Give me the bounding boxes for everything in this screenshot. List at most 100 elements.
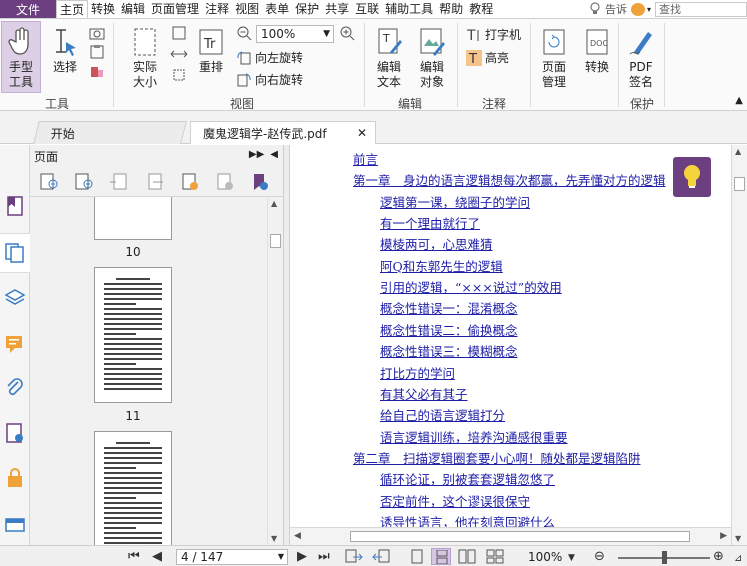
menu-item[interactable]: 表单 (262, 0, 292, 18)
attachment-icon[interactable] (4, 377, 26, 399)
convert-button[interactable]: DOC 转换 (582, 26, 612, 75)
single-page-view-icon[interactable] (410, 549, 424, 564)
continuous-facing-view-icon[interactable] (486, 549, 504, 564)
toc-section-link[interactable]: 逻辑第一课，绕圈子的学问 (380, 192, 530, 211)
fit-page-icon[interactable] (170, 25, 188, 41)
toc-chapter-link[interactable]: 前言 (353, 149, 378, 168)
page-number-input[interactable]: 4 / 147 ▼ (176, 549, 288, 565)
chevron-down-icon[interactable]: ▾ (647, 5, 651, 14)
zoom-out-icon[interactable] (236, 25, 253, 42)
toc-section-link[interactable]: 概念性错误一：混淆概念 (380, 298, 518, 317)
toc-section-link[interactable]: 阿Q和东郭先生的逻辑 (380, 256, 503, 275)
signature-icon[interactable] (4, 422, 26, 444)
toc-section-link[interactable]: 否定前件，这个谬误很保守 (380, 491, 530, 510)
menu-item[interactable]: 主页 (56, 0, 89, 18)
facing-view-icon[interactable] (458, 549, 476, 564)
toc-section-link[interactable]: 诱导性语言，他在刻意回避什么 (380, 512, 555, 527)
menu-item[interactable]: 共享 (322, 0, 352, 18)
fit-visible-icon[interactable] (170, 67, 188, 83)
zoom-out-icon[interactable]: ⊖ (594, 549, 605, 564)
insert-page-icon[interactable] (108, 172, 132, 192)
menu-item[interactable]: 互联 (352, 0, 382, 18)
pdf-sign-button[interactable]: PDF 签名 (624, 26, 658, 90)
edit-object-button[interactable]: 编辑 对象 (414, 26, 450, 90)
extract-page-icon[interactable] (143, 172, 167, 192)
tell-me-label[interactable]: 告诉 (605, 1, 627, 17)
fit-width-icon[interactable] (170, 46, 188, 62)
panel-scrollbar[interactable]: ▲ ▼ (267, 197, 283, 545)
menu-item[interactable]: 保护 (292, 0, 322, 18)
next-page-icon[interactable]: ▶ (297, 549, 307, 564)
page-thumbnail[interactable] (94, 267, 172, 403)
scroll-right-icon[interactable]: ▶ (720, 531, 727, 541)
menu-item[interactable]: 转换 (88, 0, 118, 18)
toc-section-link[interactable]: 模棱两可，心思难猜 (380, 234, 493, 253)
zoom-out-thumbnails-icon[interactable] (73, 172, 97, 192)
scroll-left-icon[interactable]: ◀ (294, 531, 301, 541)
zoom-select[interactable]: 100% ▼ (256, 25, 334, 43)
scroll-down-icon[interactable]: ▼ (735, 534, 741, 543)
search-input[interactable]: 查找 (655, 1, 747, 17)
zoom-in-icon[interactable]: ⊕ (713, 549, 724, 564)
lock-icon[interactable] (4, 467, 26, 489)
toc-section-link[interactable]: 循环论证，别被套套逻辑忽悠了 (380, 469, 555, 488)
zoom-in-icon[interactable] (339, 25, 356, 42)
bookmark-icon[interactable] (4, 195, 26, 217)
rotate-left-button[interactable]: 向左旋转 (236, 49, 303, 66)
menu-item[interactable]: 教程 (466, 0, 496, 18)
add-page-icon[interactable] (178, 172, 202, 192)
form-fields-icon[interactable] (4, 513, 26, 535)
previous-page-icon[interactable]: ◀ (152, 549, 162, 564)
scroll-up-icon[interactable]: ▲ (271, 199, 277, 208)
pages-icon[interactable] (4, 242, 26, 264)
lightbulb-icon[interactable] (589, 2, 601, 16)
collapse-ribbon-icon[interactable]: ▲ (735, 95, 743, 106)
resize-grip-icon[interactable]: ⊿ (734, 551, 742, 566)
menu-item[interactable]: 帮助 (436, 0, 466, 18)
actual-size-button[interactable]: 实际 大小 (128, 26, 162, 90)
expand-panel-icon[interactable]: ▶▶ (249, 149, 264, 160)
continuous-view-button[interactable] (431, 548, 451, 565)
document-hscroll-thumb[interactable] (350, 531, 690, 542)
reflow-button[interactable]: Tr 重排 (196, 26, 226, 75)
toc-section-link[interactable]: 概念性错误二：偷换概念 (380, 320, 518, 339)
menu-item[interactable]: 辅助工具 (382, 0, 436, 18)
panel-scroll-thumb[interactable] (270, 234, 281, 248)
toc-chapter-link[interactable]: 第一章 身边的语言逻辑想每次都赢，先弄懂对方的逻辑 (353, 170, 666, 189)
layers-icon[interactable] (4, 287, 26, 309)
rotate-right-button[interactable]: 向右旋转 (236, 71, 303, 88)
next-view-icon[interactable] (372, 549, 390, 564)
page-manage-button[interactable]: 页面 管理 (536, 26, 572, 90)
first-page-icon[interactable]: ⏮ (128, 549, 140, 564)
menu-item[interactable]: 注释 (202, 0, 232, 18)
toc-section-link[interactable]: 概念性错误三：模糊概念 (380, 341, 518, 360)
hand-tool[interactable]: 手型 工具 (5, 26, 37, 90)
menu-item[interactable]: 编辑 (118, 0, 148, 18)
page-thumbnail[interactable] (94, 197, 172, 240)
snapshot-icon[interactable] (89, 26, 105, 40)
scroll-up-icon[interactable]: ▲ (735, 147, 741, 156)
tab-start[interactable]: 开始 (33, 121, 187, 144)
last-page-icon[interactable]: ⏭ (318, 549, 330, 564)
toc-section-link[interactable]: 有其父必有其子 (380, 384, 468, 403)
page-thumbnail[interactable] (94, 431, 172, 545)
delete-page-icon[interactable] (213, 172, 237, 192)
stamp-icon[interactable] (89, 65, 105, 79)
page-properties-icon[interactable] (248, 172, 272, 192)
hint-button[interactable] (673, 157, 711, 197)
zoom-dropdown-icon[interactable]: ▼ (568, 551, 575, 566)
edit-text-button[interactable]: T 编辑 文本 (372, 26, 406, 90)
scroll-down-icon[interactable]: ▼ (271, 534, 277, 543)
highlight-button[interactable]: T 高亮 (466, 49, 509, 66)
typewriter-button[interactable]: T 打字机 (466, 26, 521, 43)
toc-section-link[interactable]: 语言逻辑训练，培养沟通感很重要 (380, 427, 568, 446)
tab-document[interactable]: 魔鬼逻辑学-赵传武.pdf ✕ (190, 121, 376, 144)
comments-icon[interactable] (4, 333, 26, 355)
toc-section-link[interactable]: 引用的逻辑，“×××说过”的效用 (380, 277, 562, 296)
menu-item[interactable]: 页面管理 (148, 0, 202, 18)
document-horizontal-scrollbar[interactable]: ◀ ▶ (290, 527, 731, 545)
collapse-panel-icon[interactable]: ◀ (270, 149, 278, 160)
previous-view-icon[interactable] (345, 549, 363, 564)
toc-section-link[interactable]: 有一个理由就行了 (380, 213, 480, 232)
toc-chapter-link[interactable]: 第二章 扫描逻辑圈套要小心啊！随处都是逻辑陷阱 (353, 448, 641, 467)
